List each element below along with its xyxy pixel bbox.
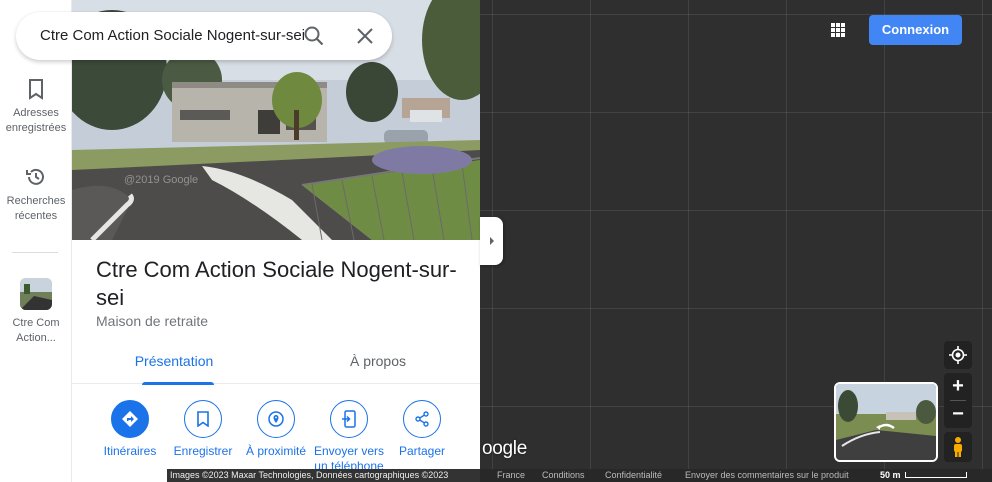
history-icon xyxy=(26,168,44,185)
bookmark-icon xyxy=(29,79,43,100)
directions-button[interactable]: Itinéraires xyxy=(91,400,169,459)
zoom-control: + − xyxy=(944,373,972,428)
search-input[interactable]: Ctre Com Action Sociale Nogent-sur-sei xyxy=(40,26,304,46)
directions-label: Itinéraires xyxy=(103,444,157,458)
share-button[interactable]: Partager xyxy=(383,400,461,459)
rail-saved-label-2: enregistrées xyxy=(5,122,67,134)
search-box: Ctre Com Action Sociale Nogent-sur-sei xyxy=(16,12,392,60)
search-button[interactable] xyxy=(302,24,326,48)
rail-divider xyxy=(12,252,58,253)
nearby-button[interactable]: À proximité xyxy=(237,400,315,459)
left-rail: Adresses enregistrées Recherches récente… xyxy=(0,0,72,482)
save-button[interactable]: Enregistrer xyxy=(164,400,242,459)
chevron-right-icon xyxy=(489,237,494,245)
zoom-in-button[interactable]: + xyxy=(944,373,972,400)
street-view-thumbnail[interactable] xyxy=(834,382,938,462)
directions-icon xyxy=(122,411,138,427)
rail-recent-searches[interactable]: Recherches récentes xyxy=(0,166,72,224)
google-logo: oogle xyxy=(482,438,527,459)
feedback-link[interactable]: Envoyer des commentaires sur le produit xyxy=(685,469,849,482)
bookmark-icon xyxy=(197,411,209,427)
my-location-button[interactable] xyxy=(944,341,972,369)
nearby-label: À proximité xyxy=(245,444,307,458)
rail-recent-label-2: récentes xyxy=(14,210,58,222)
country-link[interactable]: France xyxy=(497,469,525,482)
search-icon xyxy=(304,26,324,46)
clear-search-button[interactable] xyxy=(353,24,377,48)
signin-button[interactable]: Connexion xyxy=(869,15,962,45)
share-label: Partager xyxy=(398,444,446,458)
privacy-link[interactable]: Confidentialité xyxy=(605,469,662,482)
collapse-panel-button[interactable] xyxy=(480,217,503,265)
zoom-out-button[interactable]: − xyxy=(944,401,972,428)
location-target-icon xyxy=(949,346,967,364)
send-to-phone-button[interactable]: Envoyer vers un téléphone xyxy=(310,400,388,474)
attribution-text: Images ©2023 Maxar Technologies, Données… xyxy=(170,470,449,480)
place-panel: @2019 Google Ctre Com Action Sociale Nog… xyxy=(72,0,480,482)
nearby-icon xyxy=(268,411,284,427)
close-icon xyxy=(357,28,373,44)
photo-watermark: @2019 Google xyxy=(124,174,198,186)
tab-overview[interactable]: Présentation xyxy=(72,340,276,385)
send-to-phone-icon xyxy=(342,410,356,428)
rail-place-thumbnail xyxy=(20,278,52,310)
save-label: Enregistrer xyxy=(173,444,233,458)
pegman-icon xyxy=(954,437,962,457)
pegman-button[interactable] xyxy=(944,432,972,462)
apps-grid-icon xyxy=(831,23,845,37)
rail-recent-place[interactable]: Ctre Com Action... xyxy=(0,278,72,346)
rail-recent-label-1: Recherches xyxy=(6,195,66,207)
send-to-phone-label-1: Envoyer vers xyxy=(313,444,385,458)
rail-place-label-2: Action... xyxy=(16,332,56,344)
share-icon xyxy=(415,411,429,427)
scale-label[interactable]: 50 m xyxy=(880,469,901,482)
place-tabs: Présentation À propos xyxy=(72,340,480,385)
rail-saved-label-1: Adresses xyxy=(13,107,59,119)
place-title: Ctre Com Action Sociale Nogent-sur-sei xyxy=(96,257,457,310)
place-category[interactable]: Maison de retraite xyxy=(96,313,208,329)
map-footer: Images ©2023 Maxar Technologies, Données… xyxy=(167,469,992,482)
rail-saved-places[interactable]: Adresses enregistrées xyxy=(0,78,72,136)
scale-bar xyxy=(905,472,967,478)
terms-link[interactable]: Conditions xyxy=(542,469,585,482)
rail-place-label-1: Ctre Com xyxy=(12,317,60,329)
apps-button[interactable] xyxy=(826,18,850,42)
tab-about[interactable]: À propos xyxy=(276,340,480,384)
